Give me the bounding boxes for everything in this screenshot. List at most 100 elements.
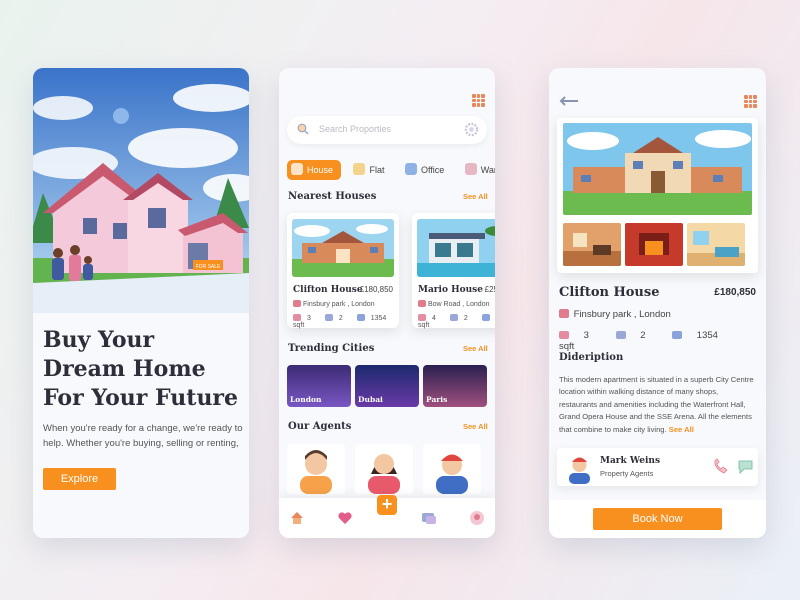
tab-office[interactable]: Office bbox=[401, 160, 452, 180]
house-name: Mario House bbox=[418, 285, 483, 295]
location-text: Finsbury park , London bbox=[303, 301, 375, 308]
beds-count: 3 bbox=[307, 315, 311, 322]
city-card-dubai[interactable]: Dubai bbox=[355, 365, 419, 407]
property-features: 3 2 1354 sqft bbox=[559, 330, 759, 352]
tab-label: Warehouse bbox=[480, 165, 495, 175]
home-screen: Search Proporties House Flat Office Ware… bbox=[279, 68, 495, 538]
location-text: Bow Road , London bbox=[428, 301, 490, 308]
warehouse-icon bbox=[464, 163, 477, 175]
agent-avatar[interactable] bbox=[287, 444, 345, 494]
bath-icon bbox=[615, 331, 626, 339]
property-price: £180,850 bbox=[714, 287, 756, 298]
tab-label: House bbox=[307, 165, 334, 175]
see-all-link[interactable]: See All bbox=[463, 344, 488, 353]
tab-flat[interactable]: Flat bbox=[349, 160, 392, 180]
beds-count: 3 bbox=[583, 330, 589, 341]
house-image bbox=[292, 219, 394, 277]
city-label: Dubai bbox=[358, 395, 383, 404]
house-icon bbox=[291, 163, 303, 175]
explore-button[interactable]: Explore bbox=[43, 468, 116, 490]
city-card-paris[interactable]: Paris bbox=[423, 365, 487, 407]
baths-count: 2 bbox=[463, 315, 468, 322]
beds-count: 4 bbox=[432, 315, 436, 322]
category-tabs: House Flat Office Warehouse bbox=[287, 160, 495, 180]
bed-icon bbox=[418, 314, 426, 321]
house-image bbox=[417, 219, 495, 277]
onboarding-screen: FOR SALE Buy Your Dream Home For Your Fu… bbox=[33, 68, 249, 538]
location-text: Finsbury park , London bbox=[573, 309, 671, 320]
for-sale-sign: FOR SALE bbox=[196, 264, 221, 270]
house-features: 4 2 2800 sqft bbox=[418, 314, 495, 329]
see-all-link[interactable]: See All bbox=[463, 422, 488, 431]
chat-bubble-icon[interactable] bbox=[737, 458, 754, 475]
search-icon bbox=[297, 123, 309, 135]
city-label: Paris bbox=[426, 395, 448, 404]
office-icon bbox=[404, 163, 417, 175]
onboarding-description: When you're ready for a change, we're re… bbox=[43, 423, 243, 449]
hero-illustration: FOR SALE bbox=[33, 68, 249, 313]
book-now-button[interactable]: Book Now bbox=[593, 508, 722, 530]
property-location: Finsbury park , London bbox=[559, 309, 671, 320]
house-price: £250,580 bbox=[484, 285, 495, 294]
bath-icon bbox=[324, 314, 333, 321]
search-input[interactable]: Search Proporties bbox=[319, 124, 391, 134]
house-location: Finsbury park , London bbox=[293, 300, 375, 308]
property-description: This modern apartment is situated in a s… bbox=[559, 374, 757, 436]
description-text: This modern apartment is situated in a s… bbox=[559, 375, 754, 434]
see-all-link[interactable]: See All bbox=[463, 192, 488, 201]
trending-cities-heading: Trending Cities bbox=[288, 343, 375, 354]
agent-name: Mark Weins bbox=[600, 456, 661, 466]
house-card[interactable]: Mario House £250,580 Bow Road , London 4… bbox=[412, 213, 495, 329]
add-button[interactable]: + bbox=[377, 495, 397, 515]
interior-thumbnail[interactable] bbox=[563, 223, 621, 266]
bath-icon bbox=[449, 314, 458, 321]
flat-icon bbox=[353, 163, 366, 175]
messages-icon[interactable] bbox=[421, 510, 437, 526]
profile-icon[interactable] bbox=[469, 510, 485, 526]
location-icon bbox=[293, 300, 301, 307]
house-features: 3 2 1354 sqft bbox=[293, 314, 395, 329]
back-arrow-icon[interactable] bbox=[559, 96, 579, 106]
detail-screen: Clifton House £180,850 Finsbury park , L… bbox=[549, 68, 766, 538]
interior-thumbnail[interactable] bbox=[687, 223, 745, 266]
agent-card[interactable]: Mark Weins Property Agents bbox=[557, 448, 758, 486]
agent-avatar bbox=[569, 457, 590, 484]
nearest-houses-heading: Nearest Houses bbox=[288, 191, 377, 202]
agent-role: Property Agents bbox=[600, 469, 654, 478]
favorites-heart-icon[interactable] bbox=[337, 510, 353, 526]
phone-call-icon[interactable] bbox=[712, 458, 729, 475]
menu-grid-icon[interactable] bbox=[744, 95, 757, 108]
tab-warehouse[interactable]: Warehouse bbox=[461, 160, 495, 180]
onboarding-title: Buy Your Dream Home For Your Future bbox=[43, 327, 239, 411]
city-card-london[interactable]: London bbox=[287, 365, 351, 407]
house-price: £180,850 bbox=[359, 285, 393, 294]
area-icon bbox=[672, 331, 683, 339]
property-name: Clifton House bbox=[559, 285, 660, 300]
our-agents-heading: Our Agents bbox=[288, 421, 352, 432]
tab-house[interactable]: House bbox=[287, 160, 342, 180]
baths-count: 2 bbox=[640, 330, 646, 341]
agent-avatar[interactable] bbox=[423, 444, 481, 494]
baths-count: 2 bbox=[338, 315, 343, 322]
photo-gallery bbox=[557, 118, 758, 273]
agent-avatar[interactable] bbox=[355, 444, 413, 494]
tab-label: Office bbox=[420, 165, 445, 175]
bed-icon bbox=[559, 331, 569, 339]
settings-gear-icon[interactable] bbox=[464, 122, 479, 137]
area-icon bbox=[356, 314, 365, 321]
home-tab-icon[interactable] bbox=[289, 510, 305, 526]
see-all-link[interactable]: See All bbox=[669, 425, 694, 434]
search-bar[interactable]: Search Proporties bbox=[287, 116, 487, 144]
city-label: London bbox=[290, 395, 322, 404]
description-heading: Dideription bbox=[559, 352, 624, 363]
interior-thumbnail[interactable] bbox=[625, 223, 683, 266]
menu-grid-icon[interactable] bbox=[472, 94, 485, 107]
area-icon bbox=[481, 314, 490, 321]
location-icon bbox=[559, 309, 569, 318]
location-icon bbox=[418, 300, 426, 307]
house-name: Clifton House bbox=[293, 285, 363, 295]
tab-label: Flat bbox=[369, 165, 385, 175]
house-location: Bow Road , London bbox=[418, 300, 490, 308]
main-house-photo[interactable] bbox=[563, 123, 752, 215]
house-card[interactable]: Clifton House £180,850 Finsbury park , L… bbox=[287, 213, 399, 329]
